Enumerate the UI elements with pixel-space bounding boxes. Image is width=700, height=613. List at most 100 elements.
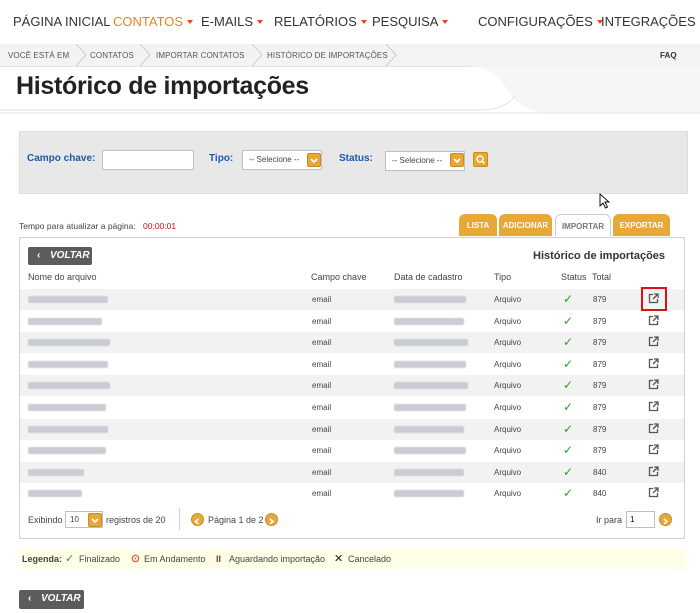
- table-row: email Arquivo ✓ 879: [20, 375, 684, 397]
- campo-chave-input[interactable]: [102, 150, 194, 170]
- check-icon: ✓: [563, 356, 574, 371]
- external-link-icon[interactable]: [648, 444, 659, 455]
- breadcrumb-you-are-here: VOCÊ ESTÁ EM: [8, 51, 70, 60]
- col-total[interactable]: Total: [592, 272, 611, 282]
- highlight-box: [641, 287, 667, 311]
- cell-total: 879: [593, 295, 607, 304]
- cell-campo-chave: email: [312, 424, 332, 434]
- tipo-select-value: -- Selecione --: [249, 155, 300, 164]
- tab-lista[interactable]: LISTA: [459, 214, 497, 236]
- check-icon: ✓: [563, 421, 574, 436]
- cell-tipo: Arquivo: [494, 316, 522, 326]
- external-link-icon[interactable]: [648, 466, 659, 477]
- goto-page-button[interactable]: [659, 513, 672, 526]
- refresh-timer: 00:00:01: [143, 221, 177, 231]
- bottom-back-button[interactable]: ‹ VOLTAR: [19, 590, 84, 609]
- col-data-cadastro[interactable]: Data de cadastro: [394, 272, 463, 282]
- page-indicator: Página 1 de 2: [208, 515, 264, 525]
- tab-exportar[interactable]: EXPORTAR: [613, 214, 670, 236]
- redacted-filename: [28, 447, 106, 455]
- cell-campo-chave: email: [312, 403, 332, 412]
- faq-link[interactable]: FAQ: [660, 51, 677, 60]
- caret-down-icon: [442, 19, 449, 24]
- cell-campo-chave: email: [312, 467, 332, 477]
- cell-total: 840: [593, 489, 607, 499]
- nav-item-pesquisa[interactable]: PESQUISA: [372, 14, 449, 29]
- nav-item-integracoes[interactable]: INTEGRAÇÕES: [601, 14, 696, 29]
- table-row: email Arquivo ✓ 879: [20, 440, 684, 461]
- cell-tipo: Arquivo: [494, 338, 522, 348]
- check-icon: ✓: [563, 313, 574, 328]
- tipo-dropdown-button[interactable]: [307, 153, 321, 167]
- next-page-button[interactable]: [265, 513, 278, 526]
- external-link-icon[interactable]: [648, 336, 659, 347]
- redacted-date: [394, 296, 466, 303]
- redacted-filename: [28, 296, 108, 303]
- search-button[interactable]: [473, 152, 488, 167]
- status-label: Status:: [339, 153, 373, 164]
- cell-campo-chave: email: [312, 316, 332, 326]
- external-link-icon[interactable]: [648, 379, 659, 390]
- cell-total: 879: [593, 338, 607, 348]
- cell-campo-chave: email: [312, 338, 332, 348]
- cell-campo-chave: email: [312, 381, 332, 391]
- nav-item-emails[interactable]: E-MAILS: [201, 14, 264, 29]
- redacted-date: [394, 317, 464, 325]
- external-link-icon[interactable]: [648, 358, 659, 369]
- external-link-icon[interactable]: [648, 314, 659, 326]
- prev-page-button[interactable]: [191, 513, 204, 526]
- status-dropdown-button[interactable]: [450, 153, 464, 167]
- table-row: email Arquivo ✓ 879: [20, 311, 684, 332]
- legend-finalizado: Finalizado: [79, 554, 121, 564]
- tab-label: EXPORTAR: [619, 221, 664, 230]
- nav-label: CONFIGURAÇÕES: [478, 14, 593, 29]
- col-campo-chave[interactable]: Campo chave: [311, 272, 367, 282]
- back-button[interactable]: ‹ VOLTAR: [28, 247, 92, 265]
- table-row: email Arquivo ✓ 879: [20, 332, 684, 354]
- cell-tipo: Arquivo: [494, 424, 522, 434]
- external-link-icon[interactable]: [648, 422, 659, 434]
- tab-importar[interactable]: IMPORTAR: [555, 214, 611, 236]
- col-status[interactable]: Status: [561, 272, 587, 282]
- back-label: VOLTAR: [41, 593, 81, 604]
- col-nome-arquivo[interactable]: Nome do arquivo: [28, 272, 97, 282]
- external-link-icon[interactable]: [648, 401, 659, 412]
- breadcrumb-contatos[interactable]: CONTATOS: [90, 51, 134, 60]
- chevron-down-icon: [91, 518, 99, 524]
- tab-adicionar[interactable]: ADICIONAR: [499, 214, 552, 236]
- legend-andamento: Em Andamento: [144, 554, 206, 564]
- nav-label: INTEGRAÇÕES: [601, 14, 696, 29]
- nav-item-contatos[interactable]: CONTATOS: [113, 14, 194, 29]
- col-tipo[interactable]: Tipo: [494, 272, 511, 282]
- check-icon: ✓: [563, 400, 574, 414]
- per-page-dropdown-button[interactable]: [88, 513, 102, 527]
- cell-total: 879: [593, 446, 607, 456]
- redacted-filename: [28, 317, 102, 325]
- external-link-icon[interactable]: [648, 487, 659, 498]
- chevron-left-icon: ‹: [28, 593, 32, 604]
- cell-campo-chave: email: [312, 446, 332, 456]
- nav-label: CONTATOS: [113, 14, 184, 29]
- redacted-date: [394, 425, 464, 433]
- check-icon: ✓: [563, 292, 574, 306]
- redacted-filename: [28, 339, 110, 347]
- breadcrumb-importar-contatos[interactable]: IMPORTAR CONTATOS: [156, 51, 245, 60]
- back-label: VOLTAR: [50, 250, 90, 261]
- cell-tipo: Arquivo: [494, 467, 522, 477]
- nav-item-configuracoes[interactable]: CONFIGURAÇÕES: [478, 14, 603, 29]
- search-icon: [476, 155, 486, 165]
- redacted-date: [394, 447, 466, 455]
- legend-pause-icon: ll: [216, 554, 222, 564]
- table-row: email Arquivo ✓ 879: [20, 289, 684, 310]
- cell-tipo: Arquivo: [494, 359, 522, 369]
- cell-total: 840: [593, 467, 607, 477]
- check-icon: ✓: [563, 464, 574, 479]
- goto-page-input[interactable]: [626, 511, 655, 528]
- nav-item-relatorios[interactable]: RELATÓRIOS: [274, 14, 367, 29]
- table-row: email Arquivo ✓ 879: [20, 354, 684, 375]
- top-navigation: PÁGINA INICIAL CONTATOS E-MAILS RELATÓRI…: [0, 0, 700, 45]
- breadcrumb-historico: HISTÓRICO DE IMPORTAÇÕES: [267, 51, 388, 60]
- redacted-filename: [28, 382, 110, 390]
- nav-item-pagina-inicial[interactable]: PÁGINA INICIAL: [13, 14, 111, 29]
- legend-check-icon: ✓: [65, 553, 75, 565]
